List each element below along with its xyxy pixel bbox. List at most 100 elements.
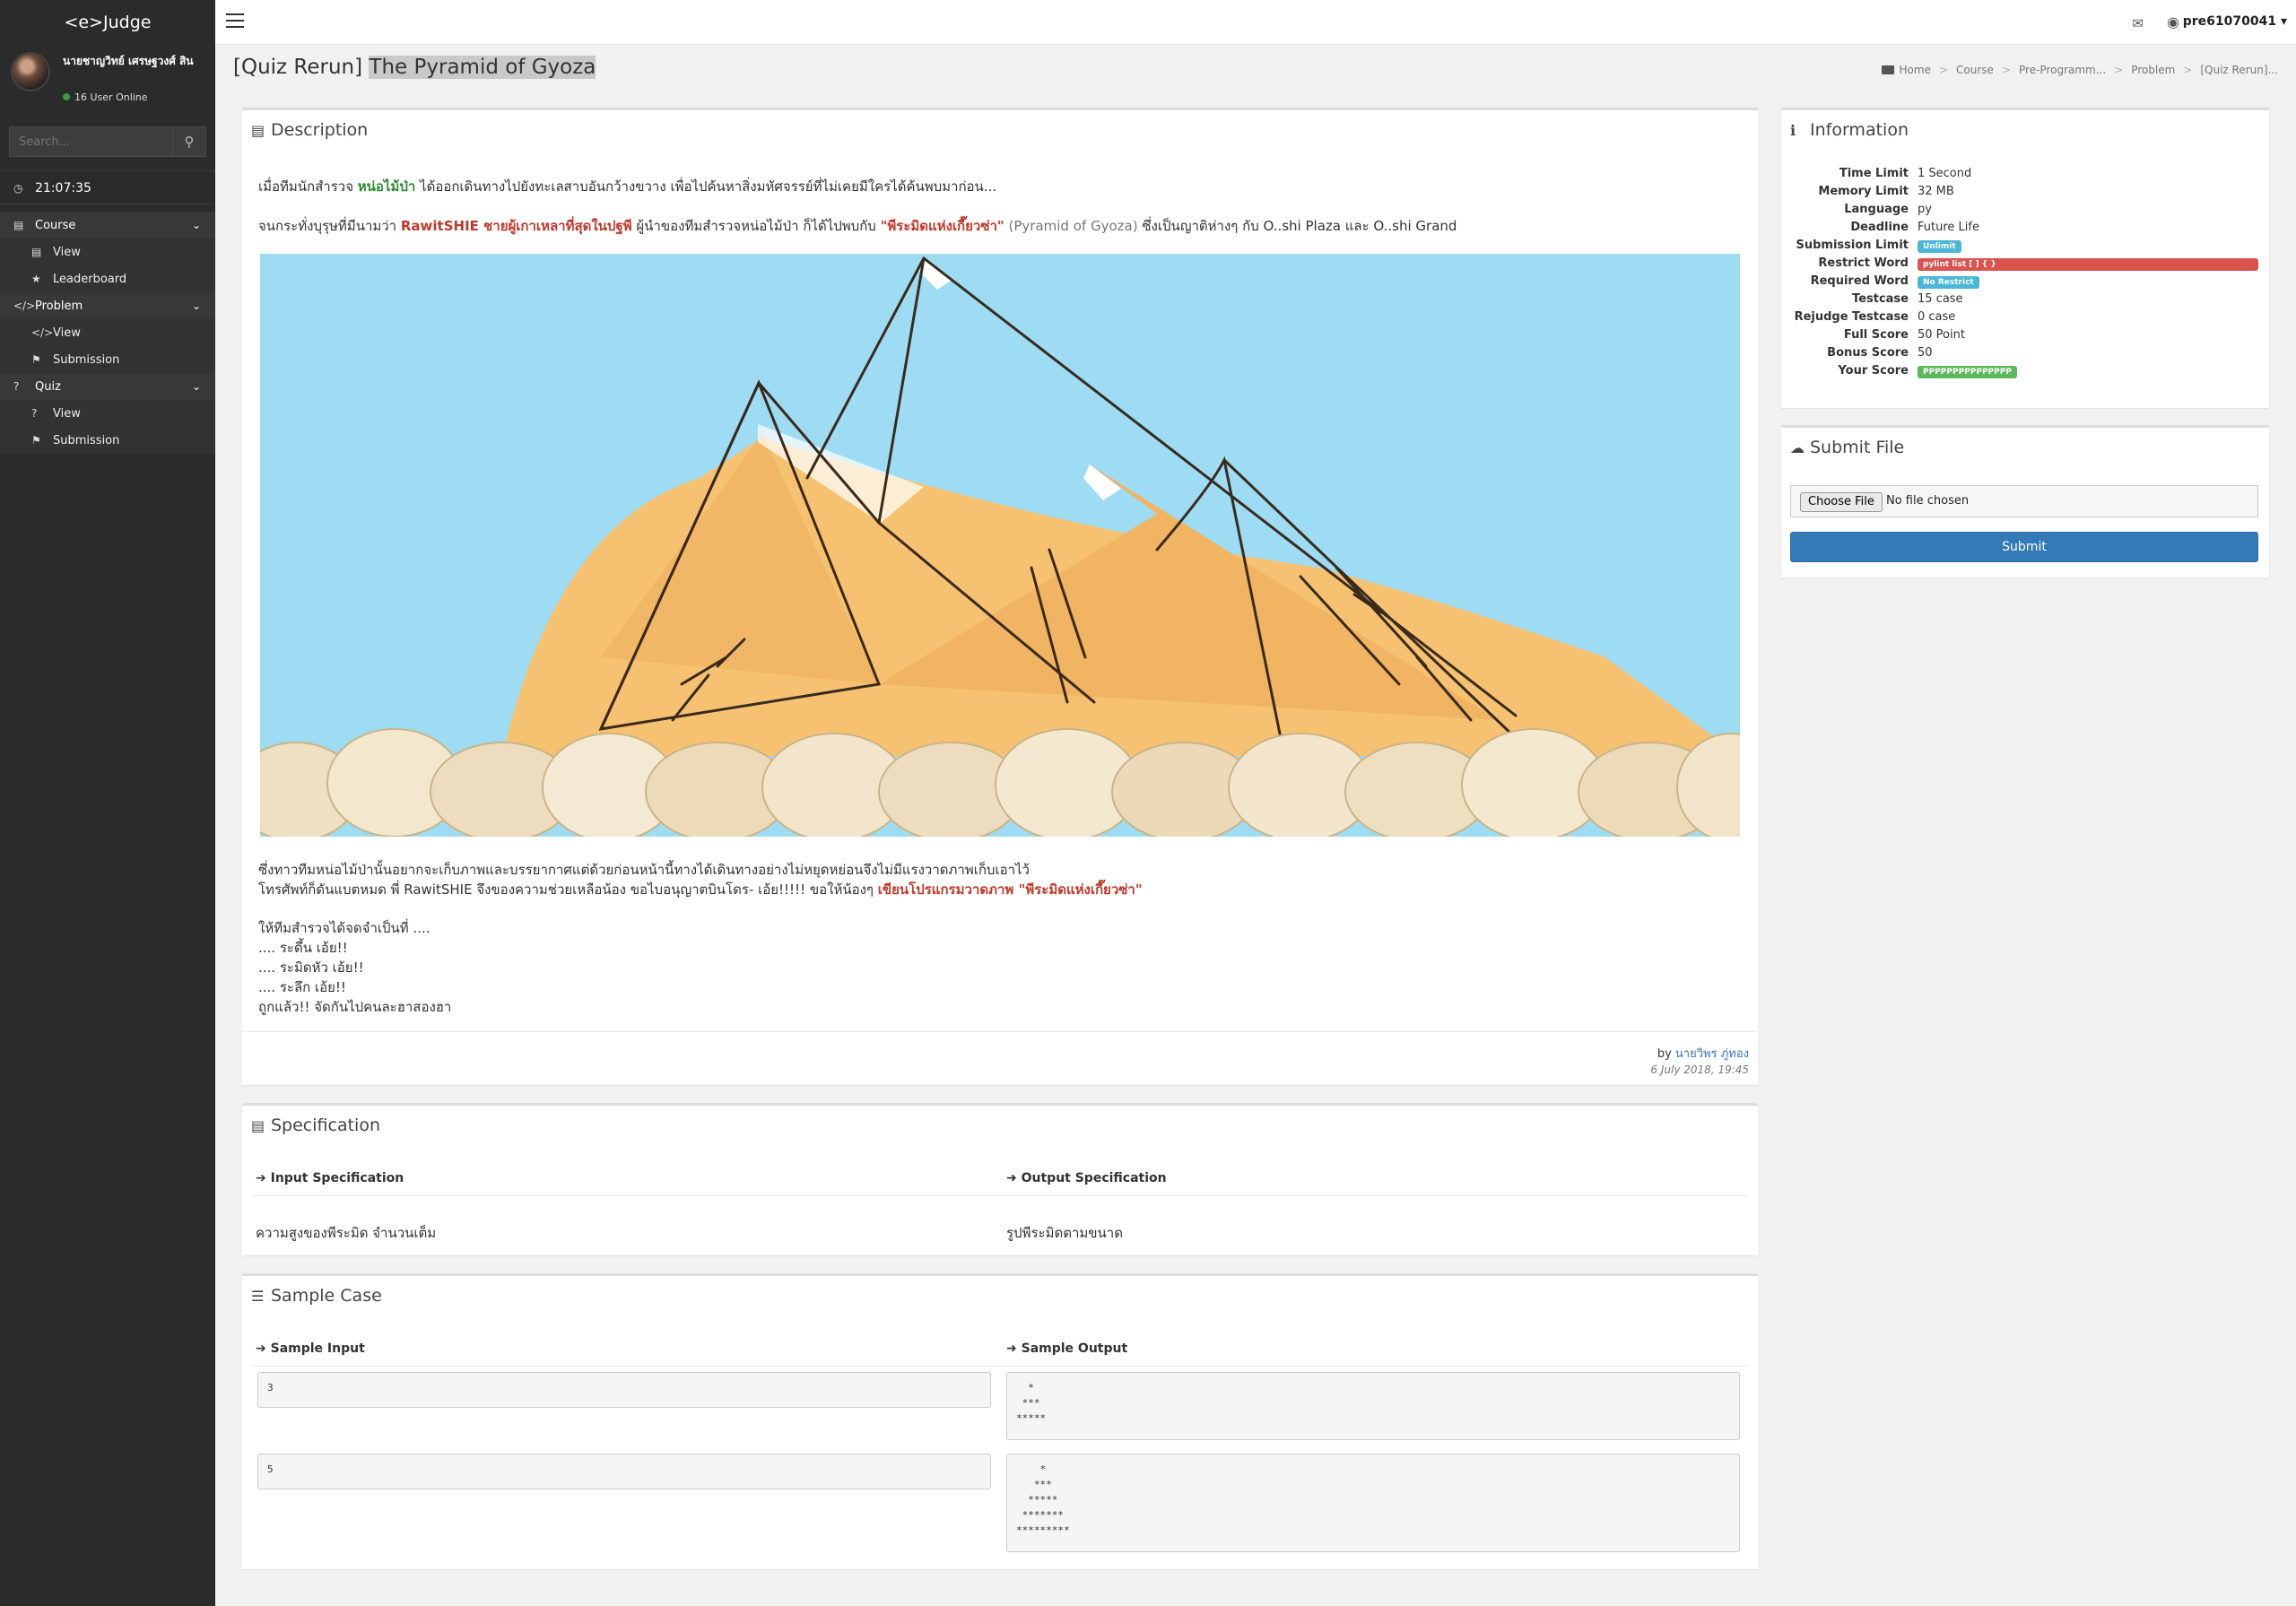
sidebar-item-problem-view[interactable]: </>View [0, 319, 215, 346]
chevron-down-icon: ⌄ [191, 380, 201, 393]
section-label: Course [35, 219, 76, 232]
panel-title-text: Specification [271, 1116, 380, 1135]
status-badge: No Restrict [1918, 276, 1979, 289]
username: pre61070041 [2182, 14, 2277, 29]
search-input[interactable] [9, 126, 173, 157]
pyramid-of-gyoza-image [260, 254, 1740, 837]
flag-icon: ⚑ [31, 434, 41, 447]
online-dot-icon [63, 93, 70, 100]
breadcrumb-home[interactable]: Home [1900, 64, 1931, 76]
sidebar-section-quiz[interactable]: ? Quiz ⌄ [0, 373, 215, 400]
panel-title-text: Sample Case [271, 1286, 382, 1306]
panel-title: ☰ Sample Case [251, 1286, 382, 1306]
chevron-down-icon: ⌄ [191, 299, 201, 312]
input-spec-text: ความสูงของพีระมิด จำนวนเต็ม [256, 1225, 437, 1241]
title-prefix: [Quiz Rerun] [233, 56, 363, 79]
info-row: Testcase 15 case [1852, 292, 1963, 306]
clock: ◷ 21:07:35 [0, 170, 215, 204]
sample-output-box: * *** ***** [1006, 1372, 1740, 1440]
item-label: Submission [53, 353, 120, 367]
choose-file-button[interactable]: Choose File [1800, 492, 1883, 512]
author-line: by นายวิพร ภู่ทอง [1657, 1047, 1749, 1061]
info-row: Submission Limit Unlimit [1781, 239, 2269, 256]
panel-title: ℹ Information [1790, 120, 1909, 140]
globe-icon[interactable]: ◉ [2167, 13, 2179, 30]
info-row: Deadline Future Life [1850, 221, 1979, 234]
flag-icon: ⚑ [31, 353, 41, 366]
panel-title: ▤ Specification [251, 1116, 380, 1135]
list-icon: ▤ [13, 219, 24, 231]
output-spec-heading: ➜ Output Specification [1006, 1171, 1167, 1185]
information-panel: ℹ Information Time Limit 1 Second Memory L… [1781, 108, 2269, 408]
score-badge: PPPPPPPPPPPPPPP [1918, 366, 2017, 378]
info-row: Time Limit 1 Second [1839, 167, 1972, 180]
sidebar-item-leaderboard[interactable]: ★ Leaderboard [0, 265, 215, 292]
description-paragraph: ถูกแล้ว!! จัดกันไปคนละฮาสองฮา [258, 999, 452, 1015]
panel-title: ▤ Description [251, 120, 368, 140]
info-row: Bonus Score 50 [1827, 346, 1933, 360]
author-link[interactable]: นายวิพร ภู่ทอง [1675, 1047, 1749, 1061]
sign-in-icon: ➔ [256, 1341, 271, 1356]
description-paragraph: เมื่อทีมนักสำรวจ หน่อไม้ป่า ได้ออกเดินทา… [258, 178, 997, 195]
sidebar-item-problem-submission[interactable]: ⚑ Submission [0, 346, 215, 373]
mail-icon[interactable]: ✉ [2132, 15, 2144, 31]
item-label: View [53, 246, 81, 259]
breadcrumb-course[interactable]: Course [1956, 64, 1994, 76]
sidebar-item-quiz-view[interactable]: ? View [0, 400, 215, 427]
panel-title-text: Description [271, 120, 369, 140]
clock-icon: ◷ [13, 182, 23, 195]
code-icon: </> [31, 326, 54, 339]
sidebar-item-quiz-submission[interactable]: ⚑ Submission [0, 427, 215, 454]
item-label: Submission [53, 434, 120, 447]
info-row: Memory Limit 32 MB [1818, 185, 1954, 198]
caret-down-icon: ▾ [2280, 14, 2287, 29]
cloud-upload-icon: ☁ [1790, 439, 1805, 456]
clock-time: 21:07:35 [35, 181, 91, 195]
sidebar-section-problem[interactable]: </>Problem ⌄ [0, 292, 215, 319]
title-main: The Pyramid of Gyoza [369, 56, 596, 79]
sidebar-section-course[interactable]: ▤ Course ⌄ [0, 212, 215, 239]
info-row: Your Score PPPPPPPPPPPPPPP [1781, 364, 2269, 382]
top-navbar: ✉ ◉ pre61070041 ▾ [215, 0, 2296, 45]
hamburger-icon[interactable] [226, 13, 244, 28]
specification-panel: ▤ Specification ➔ Input Specification ➜ O… [242, 1103, 1758, 1255]
search-icon[interactable]: ⚲ [172, 126, 206, 157]
sample-case-panel: ☰ Sample Case ➔ Sample Input ➜ Sample Out… [242, 1273, 1758, 1569]
code-icon: </> [13, 299, 36, 312]
sign-out-icon: ➜ [1006, 1341, 1022, 1356]
sidebar-item-course-view[interactable]: ▤ View [0, 239, 215, 265]
user-dropdown[interactable]: pre61070041 ▾ [2183, 14, 2287, 29]
description-paragraph: จนกระทั่งบุรุษที่มีนามว่า RawitSHIE ชายผ… [258, 218, 1457, 234]
info-row: Full Score 50 Point [1843, 328, 1965, 342]
breadcrumb: Home > Course > Pre-Programm... > Problem > [Qui… [1881, 64, 2278, 76]
file-input[interactable]: Choose File No file chosen [1790, 485, 2258, 517]
sidebar: <e>Judge นายชาญวิทย์ เศรษฐวงศ์ สิน 16 Us… [0, 0, 215, 1606]
description-paragraph: ซึ่งทาวทีมหน่อไม้ป่านั้นอยากจะเก็บภาพและ… [258, 862, 1030, 878]
breadcrumb-course-name[interactable]: Pre-Programm... [2019, 64, 2106, 76]
breadcrumb-problem[interactable]: Problem [2131, 64, 2175, 76]
user-name: นายชาญวิทย์ เศรษฐวงศ์ สิน [63, 55, 194, 67]
list-ol-icon: ☰ [251, 1288, 265, 1305]
description-paragraph: โทรศัพท์ก็ดันแบตหมด พี่ RawitSHIE จึงของ… [258, 881, 1143, 898]
item-label: View [53, 326, 81, 340]
submit-file-panel: ☁ Submit File Choose File No file chosen … [1781, 425, 2269, 577]
list-icon: ▤ [31, 246, 42, 258]
sample-input-heading: ➔ Sample Input [256, 1341, 365, 1356]
info-row: Required Word No Restrict [1781, 274, 2269, 292]
sidebar-menu: ▤ Course ⌄ ▤ View ★ Leaderboard </>Problem ⌄ … [0, 212, 215, 454]
section-label: Problem [35, 299, 83, 313]
file-text-icon: ▤ [251, 1117, 265, 1134]
description-paragraph: .... ระมิดหัว เอ้ย!! [258, 959, 364, 976]
panel-title-text: Information [1810, 120, 1909, 140]
panel-title: ☁ Submit File [1790, 438, 1904, 457]
chevron-down-icon: ⌄ [191, 219, 201, 231]
info-row: Rejudge Testcase 0 case [1794, 310, 1956, 324]
avatar[interactable] [11, 52, 50, 91]
description-paragraph: .... ระลึก เอ้ย!! [258, 979, 346, 995]
restrict-badge: pylint list [ ] { } [1918, 258, 2258, 271]
submit-button[interactable]: Submit [1790, 532, 2258, 562]
list-alt-icon: ▤ [251, 122, 265, 139]
info-row: Language py [1844, 203, 1932, 216]
description-panel: ▤ Description เมื่อทีมนักสำรวจ หน่อไม้ป่า… [242, 108, 1758, 1085]
brand-logo[interactable]: <e>Judge [0, 0, 215, 45]
